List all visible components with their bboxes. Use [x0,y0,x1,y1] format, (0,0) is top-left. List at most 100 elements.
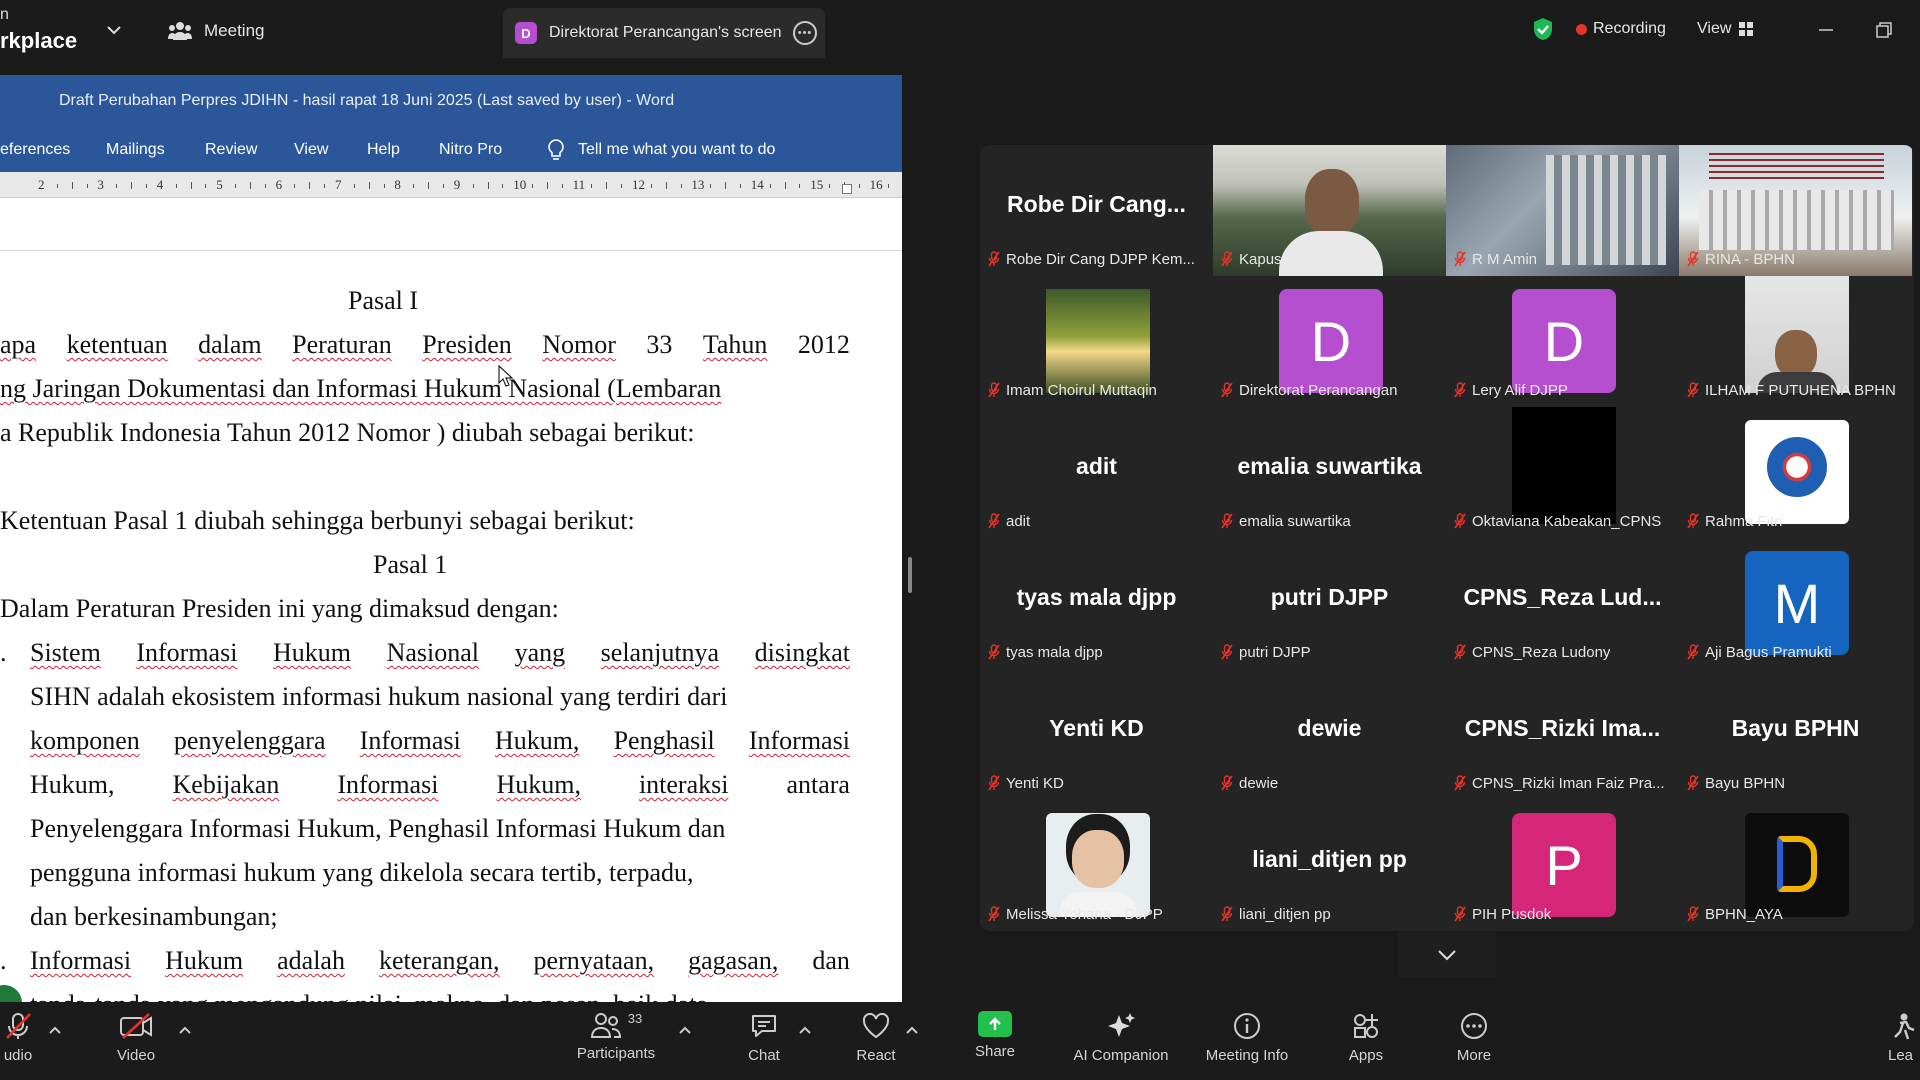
participant-tile[interactable]: D Lery Alif DJPP [1446,276,1679,407]
restore-icon[interactable] [1874,20,1894,40]
chevron-down-icon[interactable] [104,20,124,40]
participant-tile[interactable]: putri DJPP putri DJPP [1213,538,1446,669]
tell-me-box[interactable]: Tell me what you want to do [548,139,775,161]
ruler-tick [131,182,133,189]
minimize-icon[interactable] [1816,20,1836,40]
participant-tile[interactable]: RINA - BPHN [1679,145,1912,276]
participant-name: R M Amin [1472,250,1538,268]
participant-tile[interactable]: Bayu BPHN Bayu BPHN [1679,669,1912,800]
caret-up-icon[interactable] [178,1025,192,1035]
caret-up-icon[interactable] [678,1025,692,1035]
participant-tile[interactable]: Kapus LLHPJDIHN [1213,145,1446,276]
word-ruler[interactable]: 2 3 4 5 6 7 8 9 10 11 12 13 14 15 16 [0,172,902,198]
list-number: . [0,638,7,667]
participant-tile[interactable]: Oktaviana Kabeakan_CPNS [1446,407,1679,538]
page-header-line [0,250,902,251]
recording-indicator[interactable]: Recording [1576,18,1666,40]
participant-name: Kapus LLHPJDIHN [1239,250,1368,268]
word-page[interactable]: Pasal I apa ketentuan dalam Peraturan Presid… [0,199,902,1002]
ruler-margin-marker[interactable] [842,184,852,194]
muted-mic-icon [1687,251,1699,267]
meeting-menu[interactable]: Meeting [168,18,264,44]
participant-name: Bayu BPHN [1705,774,1786,792]
participant-tile[interactable]: Imam Choirul Muttaqin [980,276,1213,407]
participant-tile[interactable]: adit adit [980,407,1213,538]
participant-name: emalia suwartika [1239,512,1351,530]
participant-tile[interactable]: Yenti KD Yenti KD [980,669,1213,800]
participant-tile[interactable]: BPHN_AYA [1679,800,1912,931]
shield-check-icon[interactable] [1532,17,1554,41]
ruler-number: 12 [632,177,645,192]
ribbon-tab-help[interactable]: Help [367,141,400,159]
participant-name: adit [1006,512,1031,530]
participant-tile[interactable]: Melissa Yohana - DJPP [980,800,1213,931]
shared-screen-word[interactable]: Draft Perubahan Perpres JDIHN - hasil ra… [0,75,902,1002]
participant-tile[interactable]: CPNS_Reza Lud... CPNS_Reza Ludony [1446,538,1679,669]
react-button[interactable]: React [852,1011,900,1073]
caret-up-icon[interactable] [905,1025,919,1035]
participant-name: RINA - BPHN [1705,250,1796,268]
participant-tile[interactable]: Rahma Fitri [1679,407,1912,538]
ribbon-tab-mailings[interactable]: Mailings [106,141,165,159]
participant-display-name: dewie [1297,715,1362,741]
presenter-badge: D [515,22,537,44]
ai-companion-button[interactable]: AI Companion [1066,1011,1176,1073]
panel-splitter[interactable] [908,557,912,593]
participants-button[interactable]: 33 Participants [570,1011,662,1073]
leave-label: Lea [1888,1047,1914,1064]
participant-tile[interactable]: P PIH Pusdok [1446,800,1679,931]
video-label: Video [116,1047,156,1064]
doc-word: pernyataan, [533,946,655,975]
participant-tile[interactable]: ILHAM F PUTUHENA BPHN [1679,276,1912,407]
participant-name-label: Robe Dir Cang DJPP Kem... [988,248,1195,270]
more-options-icon[interactable]: ••• [793,21,817,45]
caret-up-icon[interactable] [48,1025,62,1035]
more-label: More [1456,1047,1492,1064]
app-title[interactable]: n rkplace [0,2,90,54]
participant-tile[interactable]: emalia suwartika emalia suwartika [1213,407,1446,538]
ruler-tick [546,182,548,189]
participant-tile[interactable]: CPNS_Rizki Ima... CPNS_Rizki Iman Faiz Pr… [1446,669,1679,800]
participant-tile[interactable]: tyas mala djpp tyas mala djpp [980,538,1213,669]
gallery-scroll-down[interactable] [1398,933,1496,977]
annotation-bubble-icon[interactable] [0,985,22,1002]
more-button[interactable]: More [1450,1011,1498,1073]
audio-button[interactable]: udio [0,1011,36,1073]
ruler-number: 16 [869,177,883,192]
doc-line: Penyelenggara Informasi Hukum, Penghasil… [30,814,726,843]
ribbon-tab-view[interactable]: View [294,141,328,159]
participant-name-label: liani_ditjen pp [1221,903,1331,925]
share-label: Share [974,1043,1016,1060]
participant-tile[interactable]: D Direktorat Perancangan [1213,276,1446,407]
ribbon-tab-references[interactable]: eferences [0,141,70,159]
muted-mic-icon [988,906,1000,922]
participant-tile[interactable]: M Aji Bagus Pramukti [1679,538,1912,669]
ribbon-tab-nitro-pro[interactable]: Nitro Pro [439,141,502,159]
shared-screen-tab[interactable]: D Direktorat Perancangan's screen ••• [503,8,825,58]
participant-tile[interactable]: liani_ditjen pp liani_ditjen pp [1213,800,1446,931]
participant-tile[interactable]: R M Amin [1446,145,1679,276]
doc-word: Hukum [273,638,352,667]
caret-up-icon[interactable] [798,1025,812,1035]
ribbon-tab-review[interactable]: Review [205,141,257,159]
ruler-tick [56,184,58,188]
heading-pasal-I: Pasal I [348,286,419,315]
apps-button[interactable]: Apps [1344,1011,1388,1073]
participant-tile[interactable]: dewie dewie [1213,669,1446,800]
participant-name-label: Melissa Yohana - DJPP [988,903,1163,925]
participant-name-label: Direktorat Perancangan [1221,379,1397,401]
doc-word: Hukum [165,946,244,975]
chat-button[interactable]: Chat [742,1011,786,1073]
leave-button[interactable]: Lea [1888,1011,1920,1073]
participant-name: CPNS_Rizki Iman Faiz Pra... [1472,774,1665,792]
share-button[interactable]: Share [970,1011,1020,1073]
ruler-number: 4 [156,177,164,192]
muted-mic-icon [1221,251,1233,267]
muted-mic-icon [988,775,1000,791]
participant-name: Lery Alif DJPP [1472,381,1568,399]
video-button[interactable]: Video [108,1011,164,1073]
participant-tile[interactable]: Robe Dir Cang... Robe Dir Cang DJPP Kem..… [980,145,1213,276]
view-button[interactable]: View [1697,18,1754,40]
participant-avatar [1512,407,1616,524]
meeting-info-button[interactable]: Meeting Info [1198,1011,1296,1073]
